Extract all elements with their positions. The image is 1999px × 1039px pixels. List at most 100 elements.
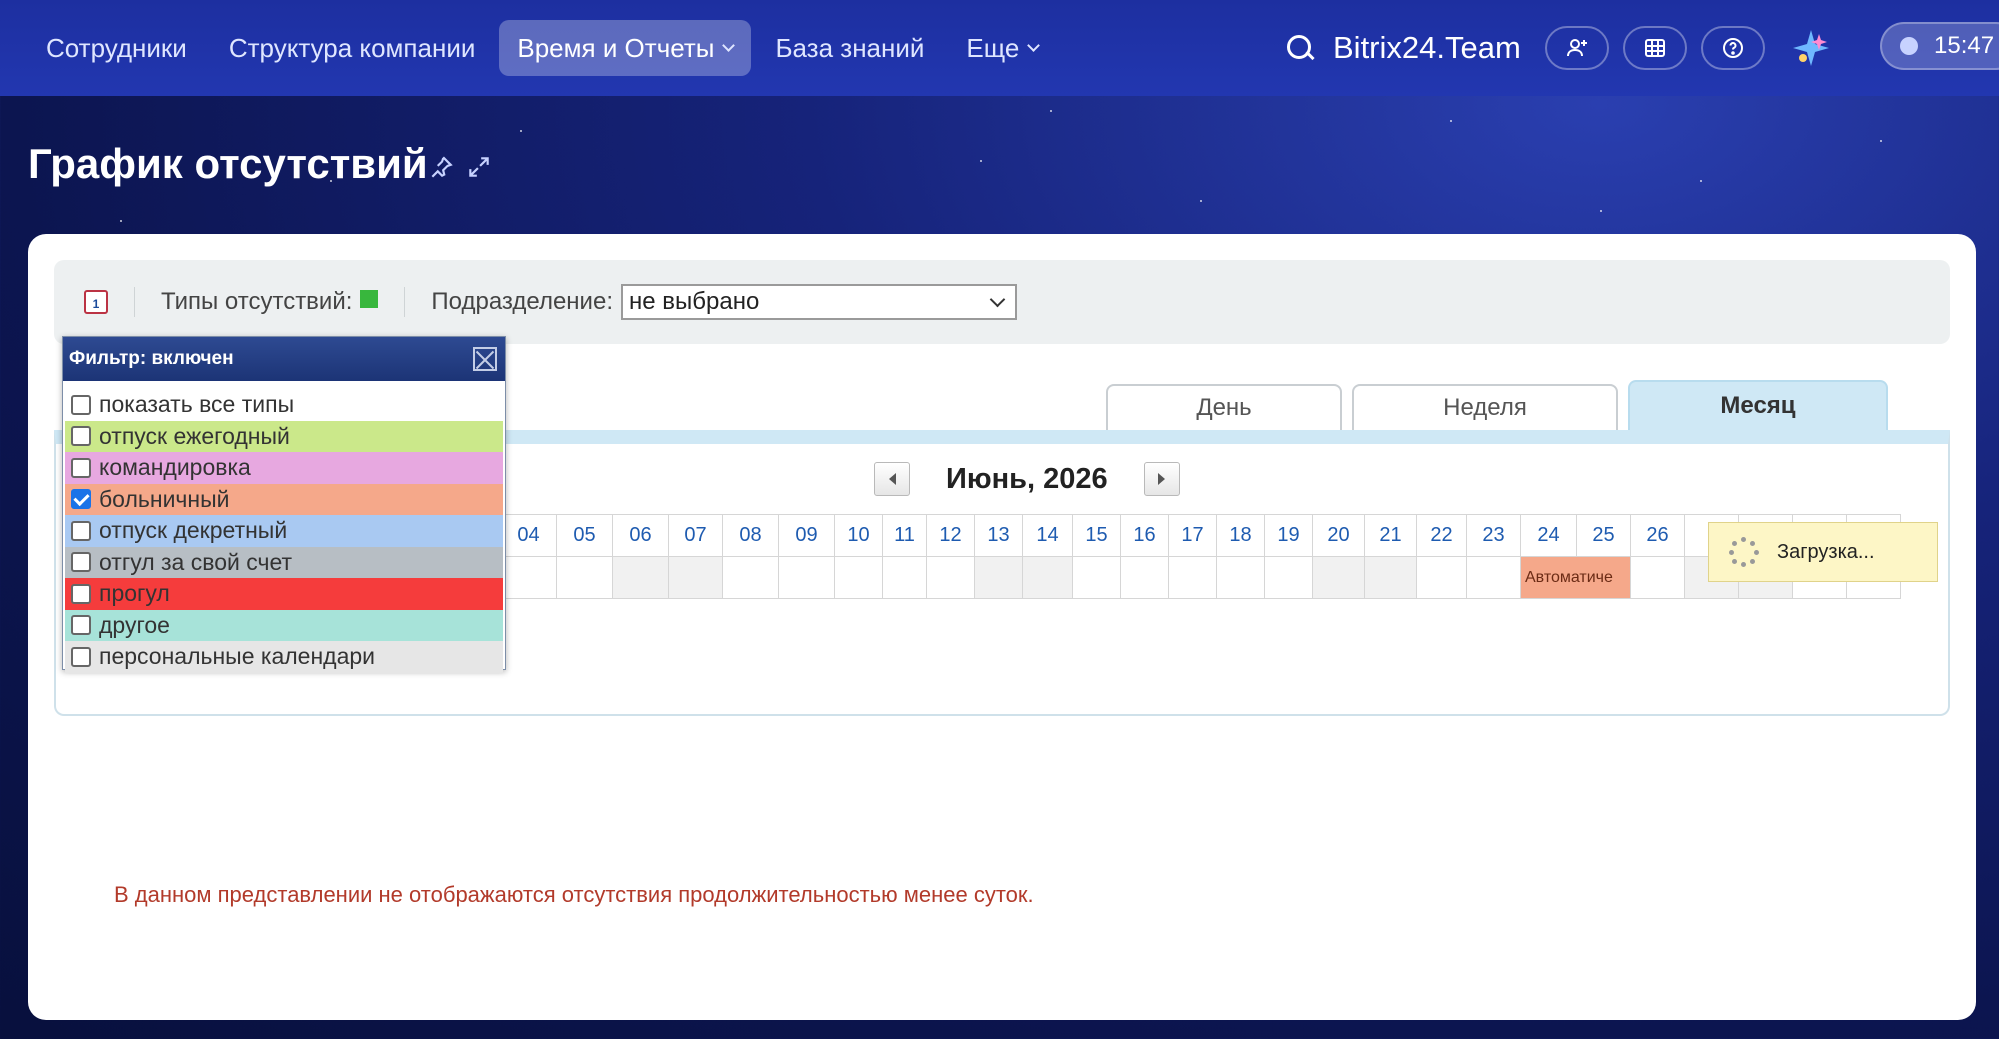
next-month-button[interactable]: [1143, 462, 1180, 496]
clock-time: 15:47: [1934, 32, 1995, 59]
absence-types-filter[interactable]: Типы отсутствий:: [161, 288, 379, 316]
day-cell[interactable]: [834, 556, 883, 599]
day-header[interactable]: 26: [1630, 514, 1685, 557]
day-header[interactable]: 04: [500, 514, 557, 557]
department-label: Подразделение:: [431, 288, 613, 315]
day-header[interactable]: 06: [612, 514, 669, 557]
day-header[interactable]: 17: [1168, 514, 1217, 557]
pin-icon[interactable]: [428, 154, 454, 180]
filter-list: показать все типы отпуск ежегодный коман…: [63, 381, 505, 673]
day-cell[interactable]: [722, 556, 779, 599]
checkbox[interactable]: [71, 552, 91, 573]
checkbox[interactable]: [71, 615, 91, 636]
day-header[interactable]: 25: [1576, 514, 1631, 557]
day-cell[interactable]: [882, 556, 927, 599]
day-header[interactable]: 13: [974, 514, 1023, 557]
help-button[interactable]: [1700, 26, 1765, 70]
filter-item-personal-calendars[interactable]: персональные календари: [65, 641, 503, 673]
filter-header: Фильтр: включен: [63, 337, 505, 381]
day-cell[interactable]: [1466, 556, 1521, 599]
page-title: График отсутствий: [28, 140, 428, 187]
question-icon: [1722, 38, 1743, 58]
filter-title: Фильтр: включен: [69, 348, 234, 369]
nav-item-company-structure[interactable]: Структура компании: [211, 20, 494, 76]
day-header[interactable]: 20: [1312, 514, 1365, 557]
day-cell[interactable]: [500, 556, 557, 599]
day-cell[interactable]: [556, 556, 613, 599]
day-cell[interactable]: [612, 556, 669, 599]
toolbar-divider: [404, 287, 406, 317]
day-header[interactable]: 09: [778, 514, 835, 557]
filter-item-annual-leave[interactable]: отпуск ежегодный: [65, 420, 503, 452]
search-icon[interactable]: [1285, 33, 1315, 63]
day-header[interactable]: 05: [556, 514, 613, 557]
day-header[interactable]: 21: [1364, 514, 1417, 557]
filter-item-absenteeism[interactable]: прогул: [65, 578, 503, 610]
day-header[interactable]: 19: [1264, 514, 1313, 557]
day-cell[interactable]: [974, 556, 1023, 599]
nav-item-employees[interactable]: Сотрудники: [28, 20, 205, 76]
copilot-star-icon[interactable]: [1789, 26, 1833, 70]
day-header[interactable]: 22: [1416, 514, 1467, 557]
day-cell[interactable]: [926, 556, 975, 599]
day-header[interactable]: 24: [1520, 514, 1577, 557]
day-header[interactable]: 12: [926, 514, 975, 557]
day-header[interactable]: 14: [1022, 514, 1073, 557]
checkbox[interactable]: [71, 583, 91, 604]
apps-grid-button[interactable]: [1622, 26, 1687, 70]
invite-user-button[interactable]: [1544, 26, 1609, 70]
checkbox[interactable]: [71, 489, 91, 510]
prev-month-button[interactable]: [874, 462, 910, 496]
chevron-down-icon: [722, 39, 736, 52]
nav-item-more[interactable]: Еще: [948, 20, 1056, 76]
day-cell[interactable]: [1364, 556, 1417, 599]
filter-item-other[interactable]: другое: [65, 609, 503, 641]
tab-day[interactable]: День: [1106, 384, 1342, 430]
filter-item-show-all[interactable]: показать все типы: [65, 389, 503, 421]
checkbox[interactable]: [71, 520, 91, 541]
day-header[interactable]: 15: [1072, 514, 1121, 557]
day-header[interactable]: 16: [1120, 514, 1169, 557]
nav-item-time-reports[interactable]: Время и Отчеты: [499, 20, 752, 76]
absence-entry[interactable]: Автоматиче: [1520, 556, 1631, 599]
checkbox[interactable]: [71, 646, 91, 667]
close-icon[interactable]: [473, 347, 497, 371]
checkbox[interactable]: [71, 457, 91, 478]
day-cell[interactable]: [1416, 556, 1467, 599]
top-bar: Сотрудники Структура компании Время и От…: [0, 0, 1999, 96]
toolbar-divider: [134, 287, 135, 317]
day-cell[interactable]: [1312, 556, 1365, 599]
absence-filter-popup: Фильтр: включен показать все типы отпуск…: [62, 336, 506, 673]
checkbox[interactable]: [71, 426, 91, 447]
expand-icon[interactable]: [466, 154, 492, 180]
day-cell[interactable]: [778, 556, 835, 599]
brand-name[interactable]: Bitrix24.Team: [1333, 30, 1521, 66]
filter-item-unpaid-leave[interactable]: отгул за свой счет: [65, 546, 503, 578]
tab-week[interactable]: Неделя: [1352, 384, 1618, 430]
filter-item-sick-leave[interactable]: больничный: [65, 483, 503, 515]
calendar-icon[interactable]: 1: [84, 290, 108, 314]
day-header[interactable]: 18: [1216, 514, 1265, 557]
day-header[interactable]: 10: [834, 514, 883, 557]
filter-item-maternity-leave[interactable]: отпуск декретный: [65, 515, 503, 547]
day-cell[interactable]: [1630, 556, 1685, 599]
day-cell[interactable]: [1168, 556, 1217, 599]
day-cell[interactable]: [1072, 556, 1121, 599]
day-cell[interactable]: [1216, 556, 1265, 599]
filter-item-business-trip[interactable]: командировка: [65, 452, 503, 484]
day-header[interactable]: 07: [668, 514, 723, 557]
day-header[interactable]: 23: [1466, 514, 1521, 557]
day-header[interactable]: 11: [882, 514, 927, 557]
day-cell[interactable]: [668, 556, 723, 599]
day-cell[interactable]: [1022, 556, 1073, 599]
checkbox[interactable]: [71, 394, 91, 415]
nav-item-knowledge-base[interactable]: База знаний: [757, 20, 942, 76]
day-cell[interactable]: [1120, 556, 1169, 599]
department-select-value: не выбрано: [628, 288, 760, 315]
loading-indicator: Загрузка...: [1708, 522, 1938, 582]
day-header[interactable]: 08: [722, 514, 779, 557]
department-select[interactable]: не выбрано: [620, 284, 1017, 320]
worktime-clock-button[interactable]: 15:47: [1880, 22, 1999, 70]
tab-month[interactable]: Месяц: [1628, 380, 1888, 430]
day-cell[interactable]: [1264, 556, 1313, 599]
